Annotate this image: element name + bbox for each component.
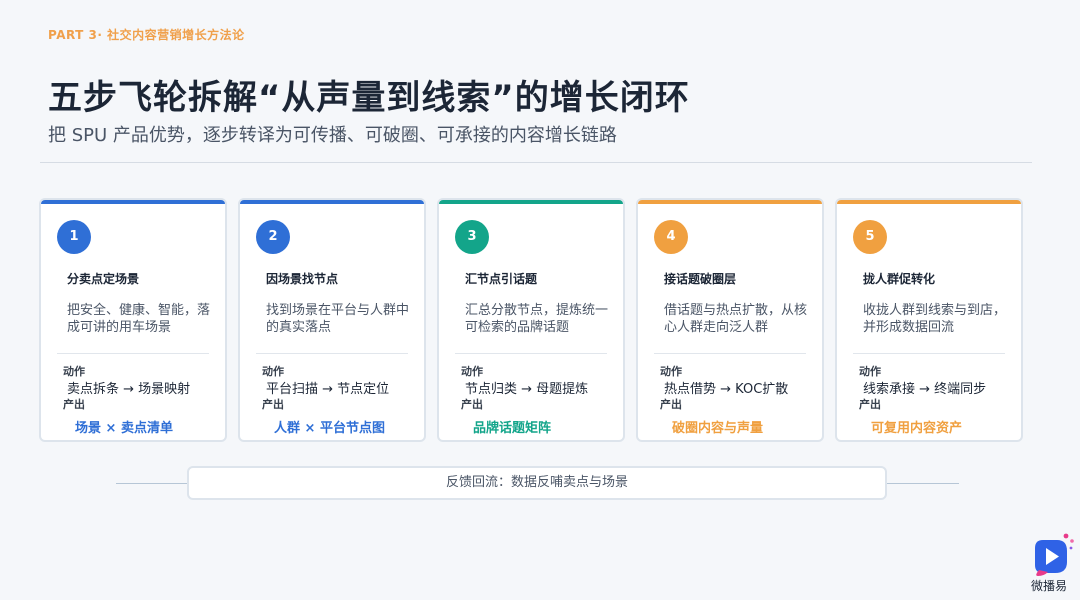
step-description: 汇总分散节点，提炼统一可检索的品牌话题 bbox=[465, 303, 609, 335]
step-output: 品牌话题矩阵 bbox=[473, 421, 552, 436]
output-label: 产出 bbox=[461, 398, 483, 411]
action-label: 动作 bbox=[859, 365, 881, 378]
header-divider bbox=[40, 162, 1032, 163]
step-title: 因场景找节点 bbox=[266, 272, 339, 286]
step-number-badge: 2 bbox=[256, 220, 290, 254]
action-label: 动作 bbox=[461, 365, 483, 378]
step-card: 4 接话题破圈层 借话题与热点扩散，从核心人群走向泛人群 动作 热点借势 → K… bbox=[636, 198, 824, 442]
card-accent-bar bbox=[41, 200, 225, 204]
step-card: 3 汇节点引话题 汇总分散节点，提炼统一可检索的品牌话题 动作 节点归类 → 母… bbox=[437, 198, 625, 442]
step-card: 5 拢人群促转化 收拢人群到线索与到店，并形成数据回流 动作 线索承接 → 终端… bbox=[835, 198, 1023, 442]
step-description: 把安全、健康、智能，落成可讲的用车场景 bbox=[67, 303, 211, 335]
step-card: 1 分卖点定场景 把安全、健康、智能，落成可讲的用车场景 动作 卖点拆条 → 场… bbox=[39, 198, 227, 442]
step-number-badge: 4 bbox=[654, 220, 688, 254]
card-divider bbox=[654, 353, 806, 354]
output-label: 产出 bbox=[660, 398, 682, 411]
step-description: 借话题与热点扩散，从核心人群走向泛人群 bbox=[664, 303, 808, 335]
step-output: 人群 × 平台节点图 bbox=[274, 421, 385, 436]
step-output: 场景 × 卖点清单 bbox=[75, 421, 173, 436]
step-description: 找到场景在平台与人群中的真实落点 bbox=[266, 303, 410, 335]
section-label: PART 3· 社交内容营销增长方法论 bbox=[48, 28, 245, 42]
feedback-loop-box: 反馈回流：数据反哺卖点与场景 bbox=[187, 466, 887, 500]
card-accent-bar bbox=[837, 200, 1021, 204]
step-title: 分卖点定场景 bbox=[67, 272, 140, 286]
step-card: 2 因场景找节点 找到场景在平台与人群中的真实落点 动作 平台扫描 → 节点定位… bbox=[238, 198, 426, 442]
step-title: 汇节点引话题 bbox=[465, 272, 538, 286]
step-action: 热点借势 → KOC扩散 bbox=[664, 382, 789, 397]
step-action: 节点归类 → 母题提炼 bbox=[465, 382, 589, 397]
feedback-connector-left bbox=[116, 483, 188, 484]
step-action: 卖点拆条 → 场景映射 bbox=[67, 382, 191, 397]
step-description: 收拢人群到线索与到店，并形成数据回流 bbox=[863, 303, 1007, 335]
action-label: 动作 bbox=[63, 365, 85, 378]
step-action: 线索承接 → 终端同步 bbox=[863, 382, 987, 397]
step-output: 可复用内容资产 bbox=[871, 421, 963, 436]
card-accent-bar bbox=[638, 200, 822, 204]
brand-name: 微播易 bbox=[1031, 579, 1068, 593]
step-title: 接话题破圈层 bbox=[664, 272, 737, 286]
step-output: 破圈内容与声量 bbox=[672, 421, 764, 436]
page-subtitle: 把 SPU 产品优势，逐步转译为可传播、可破圈、可承接的内容增长链路 bbox=[48, 125, 617, 146]
output-label: 产出 bbox=[262, 398, 284, 411]
step-number-badge: 1 bbox=[57, 220, 91, 254]
feedback-connector-right bbox=[887, 483, 959, 484]
card-accent-bar bbox=[439, 200, 623, 204]
step-number-badge: 3 bbox=[455, 220, 489, 254]
page-title: 五步飞轮拆解“从声量到线索”的增长闭环 bbox=[48, 78, 690, 118]
action-label: 动作 bbox=[262, 365, 284, 378]
card-divider bbox=[57, 353, 209, 354]
card-divider bbox=[853, 353, 1005, 354]
output-label: 产出 bbox=[859, 398, 881, 411]
output-label: 产出 bbox=[63, 398, 85, 411]
action-label: 动作 bbox=[660, 365, 682, 378]
card-accent-bar bbox=[240, 200, 424, 204]
step-number-badge: 5 bbox=[853, 220, 887, 254]
card-divider bbox=[455, 353, 607, 354]
card-divider bbox=[256, 353, 408, 354]
step-title: 拢人群促转化 bbox=[863, 272, 936, 286]
step-action: 平台扫描 → 节点定位 bbox=[266, 382, 390, 397]
